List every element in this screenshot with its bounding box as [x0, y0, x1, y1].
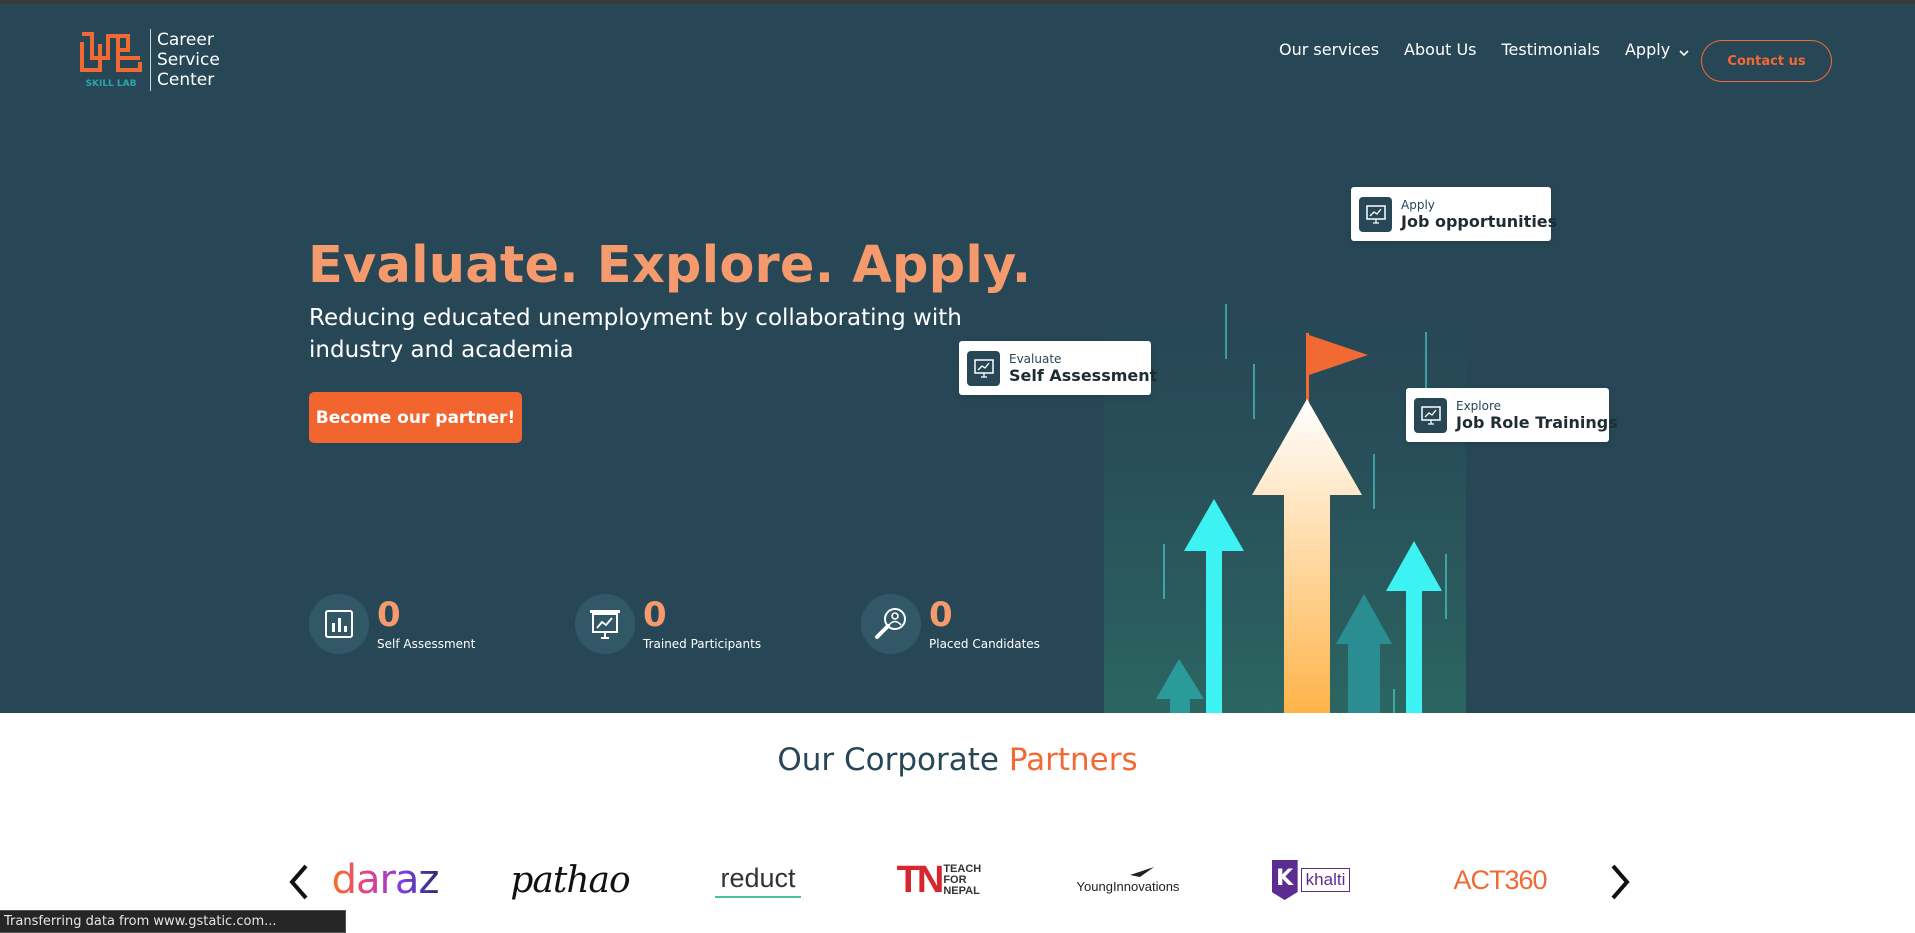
chevron-down-icon: [1678, 44, 1690, 56]
partner-logo-act360[interactable]: ACT360: [1453, 850, 1547, 910]
partners-heading-accent: Partners: [1008, 742, 1138, 778]
partners-heading-main: Our Corporate: [777, 742, 1009, 778]
stat-value: 0: [929, 595, 953, 635]
logo-wordmark: Career Service Center: [157, 30, 220, 90]
growth-arrows-illustration: [1104, 299, 1466, 713]
pathao-wordmark: pathao: [510, 859, 630, 901]
logo-divider: [150, 29, 151, 91]
nav-testimonials[interactable]: Testimonials: [1501, 40, 1600, 59]
younginnovations-wordmark: YoungInnovations: [1076, 878, 1180, 894]
carousel-prev-button[interactable]: [284, 860, 314, 904]
skill-lab-logo-icon: SKILL LAB: [78, 28, 144, 92]
svg-text:SKILL LAB: SKILL LAB: [86, 79, 137, 89]
presentation-icon: [967, 350, 1000, 386]
nav-our-services[interactable]: Our services: [1279, 40, 1379, 59]
nav-apply-dropdown[interactable]: Apply: [1625, 40, 1690, 59]
partner-logo-khalti[interactable]: K khalti: [1265, 850, 1357, 910]
khalti-k-icon: K: [1271, 860, 1298, 900]
browser-status-bar: Transferring data from www.gstatic.com..…: [0, 910, 346, 933]
presentation-icon: [1414, 397, 1447, 433]
contact-us-button[interactable]: Contact us: [1701, 40, 1832, 82]
chevron-right-icon: [1611, 864, 1630, 900]
stat-value: 0: [377, 595, 401, 635]
tfn-mark: TN: [896, 858, 945, 901]
presentation-icon: [575, 594, 635, 654]
partner-logo-pathao[interactable]: pathao: [510, 850, 630, 910]
main-nav: Our services About Us Testimonials Apply: [1279, 40, 1715, 59]
hero-subheading: Reducing educated unemployment by collab…: [309, 305, 962, 363]
hero-section: SKILL LAB Career Service Center Our serv…: [0, 4, 1915, 713]
stat-label: Placed Candidates: [929, 637, 1040, 651]
partner-logo-daraz[interactable]: daraz: [332, 850, 440, 910]
presentation-icon: [1359, 196, 1392, 232]
khalti-wordmark-box: khalti: [1300, 868, 1351, 892]
stat-label: Self Assessment: [377, 637, 476, 651]
card-job-role-trainings[interactable]: Explore Job Role Trainings: [1406, 388, 1618, 442]
partner-logo-carousel: daraz pathao reduct TN TEACH FOR NEPAL Y…: [320, 850, 1548, 910]
logo-line-3: Center: [157, 70, 215, 90]
partner-logo-teach-for-nepal[interactable]: TN TEACH FOR NEPAL: [892, 850, 992, 910]
reduct-wordmark: reduct: [720, 862, 796, 893]
stat-trained-participants: 0 Trained Participants: [575, 594, 761, 654]
hero-headline: Evaluate. Explore. Apply.: [308, 236, 1032, 295]
card-job-opportunities[interactable]: Apply Job opportunities: [1351, 187, 1557, 241]
partners-heading: Our Corporate Partners: [0, 742, 1915, 778]
stat-placed-candidates: 0 Placed Candidates: [861, 594, 1040, 654]
logo-line-1: Career: [157, 30, 214, 50]
bar-chart-icon: [309, 594, 369, 654]
tfn-wordmark: TEACH FOR NEPAL: [943, 862, 982, 897]
carousel-next-button[interactable]: [1605, 860, 1635, 904]
card-title: Job opportunities: [1401, 211, 1558, 231]
become-partner-button[interactable]: Become our partner!: [309, 392, 522, 443]
card-title: Job Role Trainings: [1456, 412, 1618, 432]
stat-value: 0: [643, 595, 667, 635]
stat-self-assessment: 0 Self Assessment: [309, 594, 475, 654]
card-kicker: Explore: [1456, 398, 1502, 413]
reduct-underline: [715, 895, 801, 898]
card-self-assessment[interactable]: Evaluate Self Assessment: [959, 341, 1157, 395]
chevron-left-icon: [289, 864, 308, 900]
stat-label: Trained Participants: [643, 637, 762, 651]
act360-wordmark: ACT360: [1453, 864, 1547, 895]
search-person-icon: [861, 594, 921, 654]
card-kicker: Apply: [1401, 197, 1435, 212]
paper-plane-icon: [1130, 862, 1154, 877]
daraz-wordmark: daraz: [331, 857, 440, 903]
card-kicker: Evaluate: [1009, 351, 1062, 366]
nav-apply-label: Apply: [1624, 40, 1671, 59]
card-title: Self Assessment: [1009, 365, 1158, 385]
partner-logo-reduct[interactable]: reduct: [710, 850, 806, 910]
site-logo[interactable]: SKILL LAB Career Service Center: [78, 28, 220, 92]
khalti-wordmark: khalti: [1305, 870, 1346, 889]
logo-line-2: Service: [157, 50, 220, 70]
partner-logo-younginnovations[interactable]: YoungInnovations: [1072, 850, 1184, 910]
nav-about-us[interactable]: About Us: [1404, 40, 1476, 59]
